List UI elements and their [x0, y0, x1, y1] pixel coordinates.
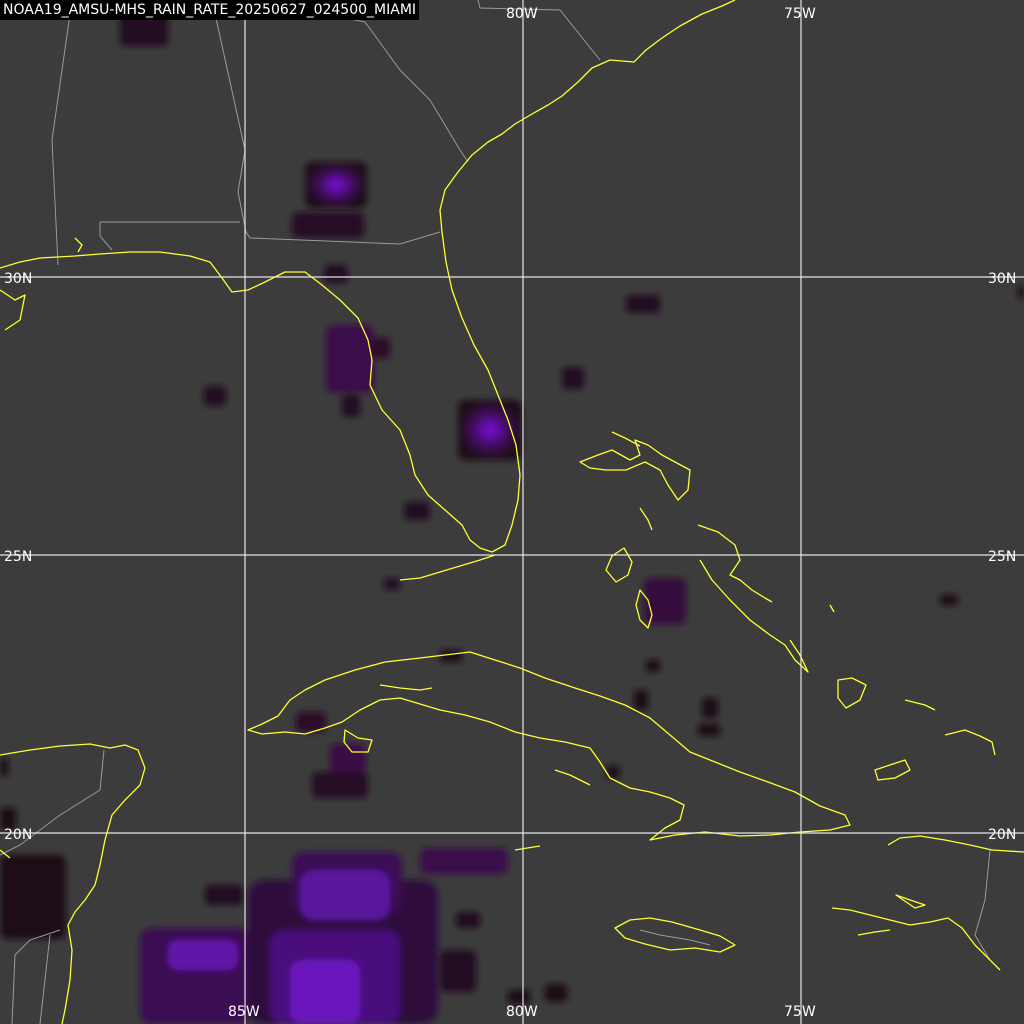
rain-cell — [634, 690, 648, 710]
rain-cell — [342, 395, 360, 417]
rain-cell — [508, 990, 530, 1004]
rain-cell — [0, 758, 8, 776]
rain-cell — [305, 162, 367, 208]
image-title: NOAA19_AMSU-MHS_RAIN_RATE_20250627_02450… — [0, 0, 420, 20]
rain-cell — [326, 325, 374, 393]
rain-cell — [606, 766, 620, 778]
rain-cell — [458, 400, 522, 460]
lat-label-right-25n: 25N — [988, 549, 1016, 565]
rain-cell — [626, 295, 660, 313]
rain-cell — [300, 870, 390, 920]
lat-label-left-25n: 25N — [4, 549, 32, 565]
rain-cell — [168, 940, 238, 970]
lat-label-left-20n: 20N — [4, 827, 32, 843]
rain-cell — [404, 502, 430, 520]
rain-cell — [312, 772, 368, 798]
lon-label-bottom-85w: 85W — [228, 1004, 260, 1020]
rain-cell — [646, 660, 660, 672]
rain-cell — [644, 578, 686, 624]
lat-lon-grid — [0, 0, 1024, 1024]
rain-cell — [702, 698, 718, 718]
rain-cell — [456, 912, 480, 928]
rain-cell — [204, 386, 226, 406]
rain-cell — [1018, 285, 1024, 299]
grid-labels: 80W 75W 85W 80W 75W 30N 25N 20N 30N 25N … — [4, 6, 1016, 1020]
rain-cell — [372, 338, 390, 358]
rain-cell — [545, 984, 567, 1002]
rain-cell — [290, 960, 360, 1024]
rain-cell — [205, 885, 243, 905]
rain-cell — [0, 855, 66, 939]
lon-label-top-80w: 80W — [506, 6, 538, 22]
rain-cell — [330, 744, 366, 774]
satellite-map: 80W 75W 85W 80W 75W 30N 25N 20N 30N 25N … — [0, 0, 1024, 1024]
lon-label-bottom-75w: 75W — [784, 1004, 816, 1020]
rain-cell — [440, 950, 476, 992]
rain-cell — [562, 367, 584, 389]
rain-cell — [324, 265, 348, 283]
lon-label-top-75w: 75W — [784, 6, 816, 22]
rain-cell — [440, 650, 462, 662]
rain-cell — [292, 212, 364, 238]
coastlines — [0, 0, 1024, 1024]
rain-cell — [698, 724, 720, 736]
lat-label-left-30n: 30N — [4, 271, 32, 287]
rain-cell — [940, 595, 958, 605]
rain-cell — [384, 578, 400, 590]
lat-label-right-20n: 20N — [988, 827, 1016, 843]
lat-label-right-30n: 30N — [988, 271, 1016, 287]
rain-rate-layer — [0, 0, 1024, 1024]
lon-label-bottom-80w: 80W — [506, 1004, 538, 1020]
rain-cell — [420, 848, 508, 874]
